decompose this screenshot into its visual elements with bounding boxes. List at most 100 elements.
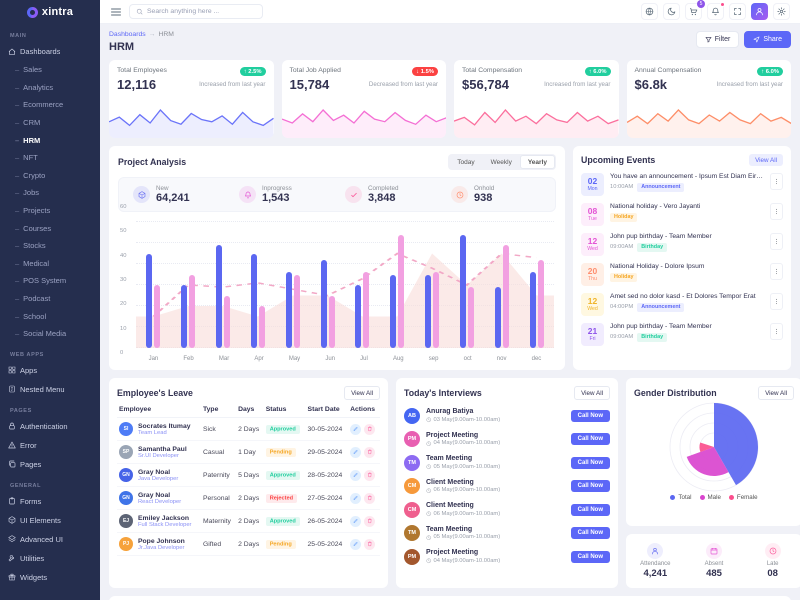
pencil-icon: [353, 495, 359, 501]
edit-button[interactable]: [350, 447, 361, 458]
sidebar-item-courses[interactable]: –Courses: [0, 219, 100, 237]
clock-icon: [426, 417, 432, 423]
x-axis-tick: Jan: [149, 356, 159, 362]
leave-days: 2 Days: [236, 487, 264, 510]
employee-role: Java Developer: [138, 476, 178, 482]
share-button[interactable]: Share: [744, 31, 791, 48]
sidebar-item-forms[interactable]: Forms: [0, 492, 100, 511]
settings-button[interactable]: [773, 3, 790, 20]
delete-button[interactable]: [364, 516, 375, 527]
call-now-button[interactable]: Call Now: [571, 527, 610, 539]
stat-cards-row: Total Employees 12,116 ↑ 2.5% Increased …: [109, 60, 791, 138]
filter-button[interactable]: Filter: [696, 31, 740, 48]
sidebar-item-hrm[interactable]: –HRM: [0, 131, 100, 149]
interviews-list: AB Anurag Batiya 03 May(9.00am-10.00am) …: [404, 408, 610, 565]
sidebar-item-analytics[interactable]: –Analytics: [0, 79, 100, 97]
event-menu-button[interactable]: [770, 233, 783, 250]
sidebar-item-authentication[interactable]: Authentication: [0, 417, 100, 436]
range-tab-today[interactable]: Today: [449, 155, 482, 169]
event-menu-button[interactable]: [770, 263, 783, 280]
sidebar-item-error[interactable]: Error: [0, 436, 100, 455]
sidebar-item-dashboards[interactable]: Dashboards: [0, 42, 100, 61]
sidebar-section-label: PAGES: [0, 399, 100, 417]
events-view-all-button[interactable]: View All: [749, 154, 783, 166]
leave-table-row: GN Gray Noal React Developer Personal 2 …: [117, 487, 380, 510]
sidebar-item-nested-menu[interactable]: Nested Menu: [0, 380, 100, 399]
breadcrumb-dashboards[interactable]: Dashboards: [109, 31, 146, 38]
edit-button[interactable]: [350, 516, 361, 527]
edit-button[interactable]: [350, 539, 361, 550]
language-button[interactable]: [641, 3, 658, 20]
fullscreen-button[interactable]: [729, 3, 746, 20]
event-date: 12 Wed: [581, 293, 604, 316]
interviews-view-all-button[interactable]: View All: [574, 386, 610, 400]
sidebar-item-ui-elements[interactable]: UI Elements: [0, 511, 100, 530]
project-analysis-title: Project Analysis: [118, 157, 186, 167]
pencil-icon: [353, 518, 359, 524]
event-menu-button[interactable]: [770, 203, 783, 220]
event-title: You have an announcement - Ipsum Est Dia…: [610, 173, 764, 180]
delete-button[interactable]: [364, 447, 375, 458]
upcoming-events-title: Upcoming Events: [581, 155, 655, 165]
sidebar-item-pos-system[interactable]: –POS System: [0, 272, 100, 290]
delete-button[interactable]: [364, 470, 375, 481]
search-input[interactable]: [147, 8, 256, 15]
sidebar-item-crypto[interactable]: –Crypto: [0, 167, 100, 185]
translate-icon: [645, 7, 654, 16]
sidebar-item-advanced-ui[interactable]: Advanced UI: [0, 530, 100, 549]
gender-view-all-button[interactable]: View All: [758, 386, 794, 400]
range-tab-weekly[interactable]: Weekly: [483, 155, 520, 169]
range-tab-yearly[interactable]: Yearly: [520, 155, 555, 169]
event-menu-button[interactable]: [770, 173, 783, 190]
stat-note: Increased from last year: [199, 81, 265, 88]
sidebar-item-medical[interactable]: –Medical: [0, 255, 100, 273]
call-now-button[interactable]: Call Now: [571, 433, 610, 445]
edit-button[interactable]: [350, 470, 361, 481]
sidebar-item-utilities[interactable]: Utilities: [0, 549, 100, 568]
event-menu-button[interactable]: [770, 293, 783, 310]
sidebar-item-nft[interactable]: –NFT: [0, 149, 100, 167]
sidebar-item-widgets[interactable]: Widgets: [0, 568, 100, 587]
attendance-label: Attendance: [640, 561, 670, 567]
call-now-button[interactable]: Call Now: [571, 480, 610, 492]
notifications-button[interactable]: [707, 3, 724, 20]
sidebar-item-social-media[interactable]: –Social Media: [0, 325, 100, 343]
menu-toggle-icon[interactable]: [110, 6, 122, 18]
event-row: 21 Fri John pup birthday - Team Member 0…: [581, 323, 783, 346]
global-search[interactable]: [129, 4, 263, 19]
call-now-button[interactable]: Call Now: [571, 551, 610, 563]
call-now-button[interactable]: Call Now: [571, 504, 610, 516]
sidebar-item-crm[interactable]: –CRM: [0, 114, 100, 132]
project-stat-value: 64,241: [156, 192, 190, 204]
cart-button[interactable]: 5: [685, 3, 702, 20]
delete-button[interactable]: [364, 539, 375, 550]
sidebar-item-school[interactable]: –School: [0, 307, 100, 325]
event-menu-button[interactable]: [770, 323, 783, 340]
event-title: National Holiday - Dolore Ipsum: [610, 263, 764, 270]
leave-view-all-button[interactable]: View All: [344, 386, 380, 400]
bar-group-mar: [216, 222, 230, 348]
sidebar-item-sales[interactable]: –Sales: [0, 61, 100, 79]
attendance-value: 485: [706, 568, 722, 579]
sidebar-item-apps[interactable]: Apps: [0, 361, 100, 380]
user-avatar[interactable]: [751, 3, 768, 20]
interview-row: TM Team Meeting 05 May(9.00am-10.00am) C…: [404, 455, 610, 471]
call-now-button[interactable]: Call Now: [571, 457, 610, 469]
sidebar-item-stocks[interactable]: –Stocks: [0, 237, 100, 255]
brand-logo[interactable]: xintra: [0, 0, 100, 24]
sidebar-item-ecommerce[interactable]: –Ecommerce: [0, 96, 100, 114]
edit-button[interactable]: [350, 424, 361, 435]
delete-button[interactable]: [364, 424, 375, 435]
breadcrumb-current: HRM: [158, 31, 173, 38]
dark-mode-button[interactable]: [663, 3, 680, 20]
sidebar-item-jobs[interactable]: –Jobs: [0, 184, 100, 202]
sidebar-item-pages[interactable]: Pages: [0, 455, 100, 474]
call-now-button[interactable]: Call Now: [571, 410, 610, 422]
check-icon: [350, 191, 358, 199]
employees-leave-table: EmployeeTypeDaysStatusStart DateActions …: [117, 400, 380, 556]
sidebar-item-podcast[interactable]: –Podcast: [0, 290, 100, 308]
edit-button[interactable]: [350, 493, 361, 504]
sidebar-item-projects[interactable]: –Projects: [0, 202, 100, 220]
bar-group-aug: [390, 222, 404, 348]
delete-button[interactable]: [364, 493, 375, 504]
